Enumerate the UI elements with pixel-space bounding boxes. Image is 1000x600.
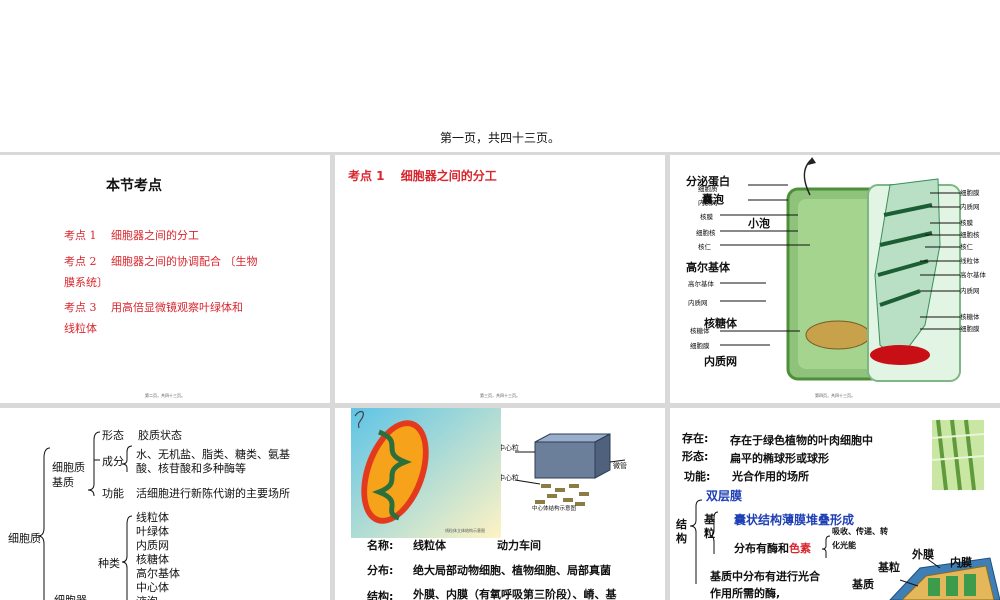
key-point-3: 考点 3 用高倍显微镜观察叶绿体和: [64, 301, 243, 314]
label-cytoplasm: 细胞质: [698, 184, 718, 193]
pigment-function-1: 吸收、传递、转: [832, 527, 888, 536]
pigment-red: 色素: [789, 542, 811, 555]
function-value: 活细胞进行新陈代谢的主要场所: [136, 487, 290, 500]
label-nucleus: 细胞核: [696, 228, 716, 237]
slide-footer: 第四页，共四十三页。: [815, 393, 855, 398]
cell-diagram: 分泌蛋白 囊泡 小泡 高尔基体 核糖体 内质网 细胞质 内质网 核膜 细胞核 核…: [670, 155, 1000, 403]
label-nucleolus: 核仁: [698, 242, 712, 251]
key-point-2: 考点 2 细胞器之间的协调配合 〔生物: [64, 255, 258, 268]
diagram-outer-membrane: 外膜: [911, 547, 934, 561]
r-label-cell-membrane-2: 细胞膜: [960, 324, 980, 333]
stroma-text-1: 基质中分布有进行光合: [710, 570, 820, 583]
r-label-golgi: 高尔基体: [960, 270, 987, 279]
shape-value: 扁平的椭球形或球形: [730, 452, 829, 465]
slide-mitochondria[interactable]: 中心粒 中心粒 微管 中心体结构示意图 线粒体立体结构示意图 名称: 线粒体 动…: [335, 408, 665, 600]
composition-key: 成分: [102, 455, 124, 468]
composition-value-2: 酸、核苷酸和多种酶等: [136, 462, 246, 475]
stroma-text-2: 作用所需的酶,: [710, 587, 781, 600]
structure-key-2: 构: [676, 532, 687, 545]
label-golgi-small: 高尔基体: [688, 279, 715, 288]
centrosome-caption: 中心体结构示意图: [532, 504, 577, 512]
red-nucleus: [870, 345, 930, 365]
label-er-1: 内质网: [698, 198, 718, 207]
slide-cytoplasm-tree[interactable]: 细胞质 细胞质 基质 形态 胶质状态 成分 水、无机盐、脂类、糖类、氨基 酸、核…: [0, 408, 330, 600]
r-label-mitochondria: 线粒体: [960, 256, 980, 265]
slide-footer: 第二页，共四十三页。: [145, 393, 185, 398]
r-label-ribosome: 核糖体: [960, 312, 980, 321]
label-er-big: 内质网: [704, 354, 737, 368]
pigment-line: 分布有酶和色素: [734, 540, 811, 556]
organelle-label: 细胞器: [54, 592, 87, 600]
svg-text:线粒体立体结构示意图: 线粒体立体结构示意图: [445, 527, 485, 533]
name-key: 名称:: [367, 539, 394, 552]
slide-cell-diagram[interactable]: 分泌蛋白 囊泡 小泡 高尔基体 核糖体 内质网 细胞质 内质网 核膜 细胞核 核…: [670, 155, 1000, 403]
key-point-3-cont: 线粒体: [64, 322, 97, 335]
document-header: 第一页，共四十三页。: [0, 0, 1000, 152]
page-count: 第一页，共四十三页。: [439, 131, 560, 145]
slide-division-of-labor[interactable]: 考点 1 细胞器之间的分工 第三页，共四十三页。: [335, 155, 665, 403]
shape-key: 形态:: [682, 450, 709, 463]
slide-heading: 考点 1 细胞器之间的分工: [348, 169, 497, 183]
centriole-label-1: 中心粒: [498, 443, 519, 452]
slide-key-points[interactable]: 本节考点 考点 1 细胞器之间的分工 考点 2 细胞器之间的协调配合 〔生物 膜…: [0, 155, 330, 403]
r-label-nuclear-membrane: 核膜: [960, 218, 974, 227]
form-key: 形态: [102, 429, 124, 442]
pigment-prefix: 分布有酶和: [734, 542, 789, 555]
slide-chloroplast[interactable]: 外膜 内膜 基粒 基质 存在: 存在于绿色植物的叶肉细胞中 形态: 扁平的椭球形…: [670, 408, 1000, 600]
pigment-function-2: 化光能: [832, 541, 856, 550]
slide-footer: 第三页，共四十三页。: [480, 393, 520, 398]
r-label-er-2: 内质网: [960, 286, 980, 295]
label-ribosome-small: 核糖体: [690, 326, 710, 335]
r-label-nucleolus: 核仁: [960, 242, 974, 251]
label-cell-membrane: 细胞膜: [690, 341, 710, 350]
exist-value: 存在于绿色植物的叶肉细胞中: [730, 434, 873, 447]
label-er-2: 内质网: [688, 298, 708, 307]
name-value: 线粒体: [413, 539, 446, 552]
grana-key-2: 粒: [704, 527, 715, 540]
diagram-stroma: 基质: [851, 577, 874, 591]
chloroplast-diagram: [889, 557, 1000, 600]
form-value: 胶质状态: [138, 429, 182, 442]
leaf-cells-photo: [931, 419, 985, 491]
function-key: 功能: [102, 487, 124, 500]
exist-key: 存在:: [682, 432, 709, 445]
double-membrane: 双层膜: [706, 489, 743, 503]
name-alias: 动力车间: [497, 539, 541, 552]
key-point-1: 考点 1 细胞器之间的分工: [64, 229, 199, 242]
distribution-key: 分布:: [367, 564, 394, 577]
centriole-label-2: 中心粒: [498, 473, 519, 482]
function-value: 光合作用的场所: [732, 470, 809, 483]
distribution-value: 绝大局部动物细胞、植物细胞、局部真菌: [413, 564, 611, 577]
label-golgi-big: 高尔基体: [686, 260, 731, 274]
label-small-vesicle: 小泡: [747, 216, 770, 230]
kinds-key: 种类: [98, 557, 120, 570]
structure-value: 外膜、内膜（有氧呼吸第三阶段）、嵴、基: [413, 588, 617, 600]
root-cytoplasm: 细胞质: [8, 532, 41, 545]
key-point-2-cont: 膜系统〕: [64, 276, 108, 289]
label-nuclear-membrane: 核膜: [700, 212, 714, 221]
r-label-nucleus: 细胞核: [960, 230, 980, 239]
diagram-inner-membrane: 内膜: [950, 555, 972, 569]
r-label-er: 内质网: [960, 202, 980, 211]
slide-title: 本节考点: [106, 178, 162, 194]
diagram-grana: 基粒: [877, 560, 900, 574]
r-label-cell-membrane: 细胞膜: [960, 188, 980, 197]
structure-key: 结构:: [367, 590, 394, 600]
microtubule-label: 微管: [613, 461, 627, 470]
kind-vacuole: 液泡: [136, 593, 158, 600]
cytoplasm-matrix: 细胞质 基质: [52, 461, 85, 489]
function-key: 功能:: [684, 470, 711, 483]
mitochondria-image: 线粒体立体结构示意图: [351, 408, 501, 538]
nucleus-shape: [805, 320, 871, 350]
